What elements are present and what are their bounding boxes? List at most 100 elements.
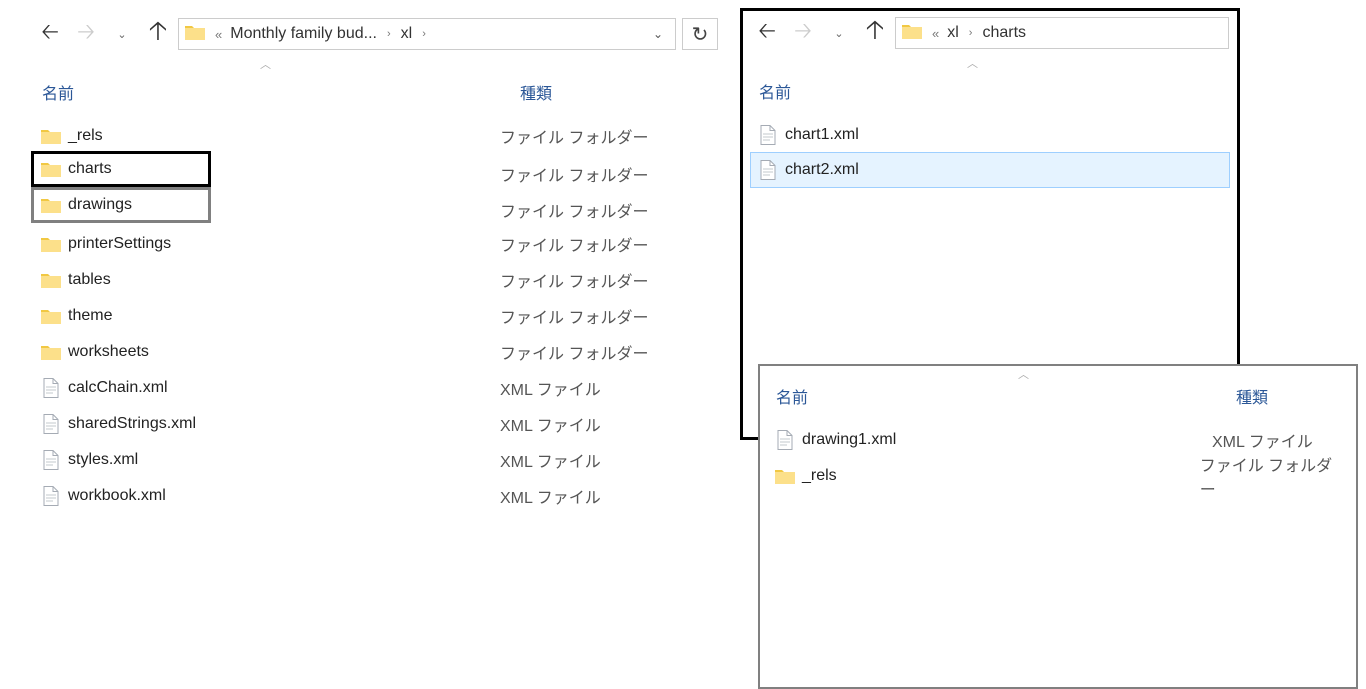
item-name: tables [64,271,111,289]
item-name: printerSettings [64,235,171,253]
breadcrumb-segment[interactable]: xl [399,25,415,43]
sort-indicator-row: ︿ [743,55,1237,71]
item-type: ファイル フォルダー [500,198,648,222]
item-name: drawings [64,196,132,214]
breadcrumb-segment[interactable]: Monthly family bud... [228,25,379,43]
list-item[interactable]: workbook.xml XML ファイル [34,478,718,514]
item-type: XML ファイル [500,376,601,400]
history-dropdown[interactable]: ⌄ [106,18,138,50]
list-item[interactable]: sharedStrings.xml XML ファイル [34,406,718,442]
list-item[interactable]: drawings [31,187,211,223]
item-name: drawing1.xml [798,431,896,449]
column-headers: 名前 種類 [26,72,726,112]
column-headers: 名前 [743,71,1237,111]
list-item[interactable]: chart2.xml [750,152,1230,188]
list-item[interactable]: printerSettings ファイル フォルダー [34,226,718,262]
breadcrumb-prefix: « [930,26,941,41]
address-bar[interactable]: « Monthly family bud... › xl › ⌄ [178,18,676,50]
list-item[interactable]: _relsファイル フォルダー [768,458,1348,494]
item-type: XML ファイル [500,448,601,472]
file-list: drawing1.xmlXML ファイル_relsファイル フォルダー [760,416,1356,500]
column-header-name[interactable]: 名前 [751,75,1171,107]
breadcrumb-prefix: « [213,27,224,42]
navbar: 🡠 🡢 ⌄ 🡡 « xl › charts [743,11,1237,55]
folder-icon [185,24,205,45]
folder-icon [772,463,798,489]
sort-indicator-row: ︿ [26,56,726,72]
list-item[interactable]: tables ファイル フォルダー [34,262,718,298]
address-bar[interactable]: « xl › charts [895,17,1229,49]
history-dropdown[interactable]: ⌄ [823,17,855,49]
item-name: chart2.xml [781,161,859,179]
item-name: _rels [64,127,103,145]
list-item[interactable]: _rels ファイル フォルダー [34,118,718,154]
sort-caret-icon: ︿ [967,55,978,71]
item-type: ファイル フォルダー [500,232,648,256]
breadcrumb-segment[interactable]: xl [945,24,961,42]
folder-icon [38,123,64,149]
folder-icon [38,303,64,329]
list-item[interactable]: calcChain.xml XML ファイル [34,370,718,406]
item-type: ファイル フォルダー [500,304,648,328]
chevron-right-icon[interactable]: › [383,28,395,40]
sort-caret-icon: ︿ [260,56,271,72]
item-type: XML ファイル [1212,428,1313,452]
folder-icon [38,231,64,257]
item-name: charts [64,160,112,178]
file-icon [755,157,781,183]
file-icon [38,411,64,437]
item-name: workbook.xml [64,487,166,505]
sort-indicator-row: ︿ [760,366,1356,376]
chevron-right-icon[interactable]: › [418,28,430,40]
column-header-type[interactable]: 種類 [512,76,718,108]
file-icon [755,122,781,148]
item-type: ファイル フォルダー [1200,452,1344,500]
back-button[interactable]: 🡠 [34,18,66,50]
folder-icon [38,339,64,365]
list-item[interactable]: theme ファイル フォルダー [34,298,718,334]
file-icon [38,483,64,509]
item-name: calcChain.xml [64,379,168,397]
item-type: XML ファイル [500,412,601,436]
file-icon [772,427,798,453]
item-type: ファイル フォルダー [500,162,648,186]
file-list: chart1.xml chart2.xml [743,111,1237,193]
back-button[interactable]: 🡠 [751,17,783,49]
refresh-button[interactable]: ↻ [682,18,718,50]
up-button[interactable]: 🡡 [142,18,174,50]
item-name: chart1.xml [781,126,859,144]
column-header-name[interactable]: 名前 [34,76,512,108]
up-button[interactable]: 🡡 [859,17,891,49]
list-item[interactable]: styles.xml XML ファイル [34,442,718,478]
column-header-type[interactable]: 種類 [1228,380,1348,412]
folder-icon [38,156,64,182]
item-name: worksheets [64,343,149,361]
folder-icon [38,267,64,293]
item-type: XML ファイル [500,484,601,508]
folder-icon [902,23,922,44]
list-item[interactable]: charts [31,151,211,187]
list-item[interactable]: chart1.xml [751,117,1229,153]
sort-caret-icon: ︿ [1018,366,1029,382]
navbar: 🡠 🡢 ⌄ 🡡 « Monthly family bud... › xl › ⌄… [26,12,726,56]
breadcrumb-segment[interactable]: charts [980,24,1028,42]
folder-icon [38,192,64,218]
address-dropdown[interactable]: ⌄ [647,27,669,41]
forward-button: 🡢 [70,18,102,50]
item-name: theme [64,307,112,325]
explorer-window-drawings: ︿ 名前 種類 drawing1.xmlXML ファイル_relsファイル フォ… [758,364,1358,689]
item-type: ファイル フォルダー [500,340,648,364]
item-name: sharedStrings.xml [64,415,196,433]
item-type: ファイル フォルダー [500,268,648,292]
column-header-name[interactable]: 名前 [768,380,1228,412]
forward-button: 🡢 [787,17,819,49]
explorer-window-main: 🡠 🡢 ⌄ 🡡 « Monthly family bud... › xl › ⌄… [26,12,726,572]
item-type: ファイル フォルダー [500,124,648,148]
item-name: _rels [798,467,837,485]
column-headers: 名前 種類 [760,376,1356,416]
file-list: _rels ファイル フォルダー charts ファイル フォルダー drawings フ… [26,112,726,520]
file-icon [38,447,64,473]
list-item[interactable]: worksheets ファイル フォルダー [34,334,718,370]
item-name: styles.xml [64,451,138,469]
chevron-right-icon[interactable]: › [965,27,977,39]
